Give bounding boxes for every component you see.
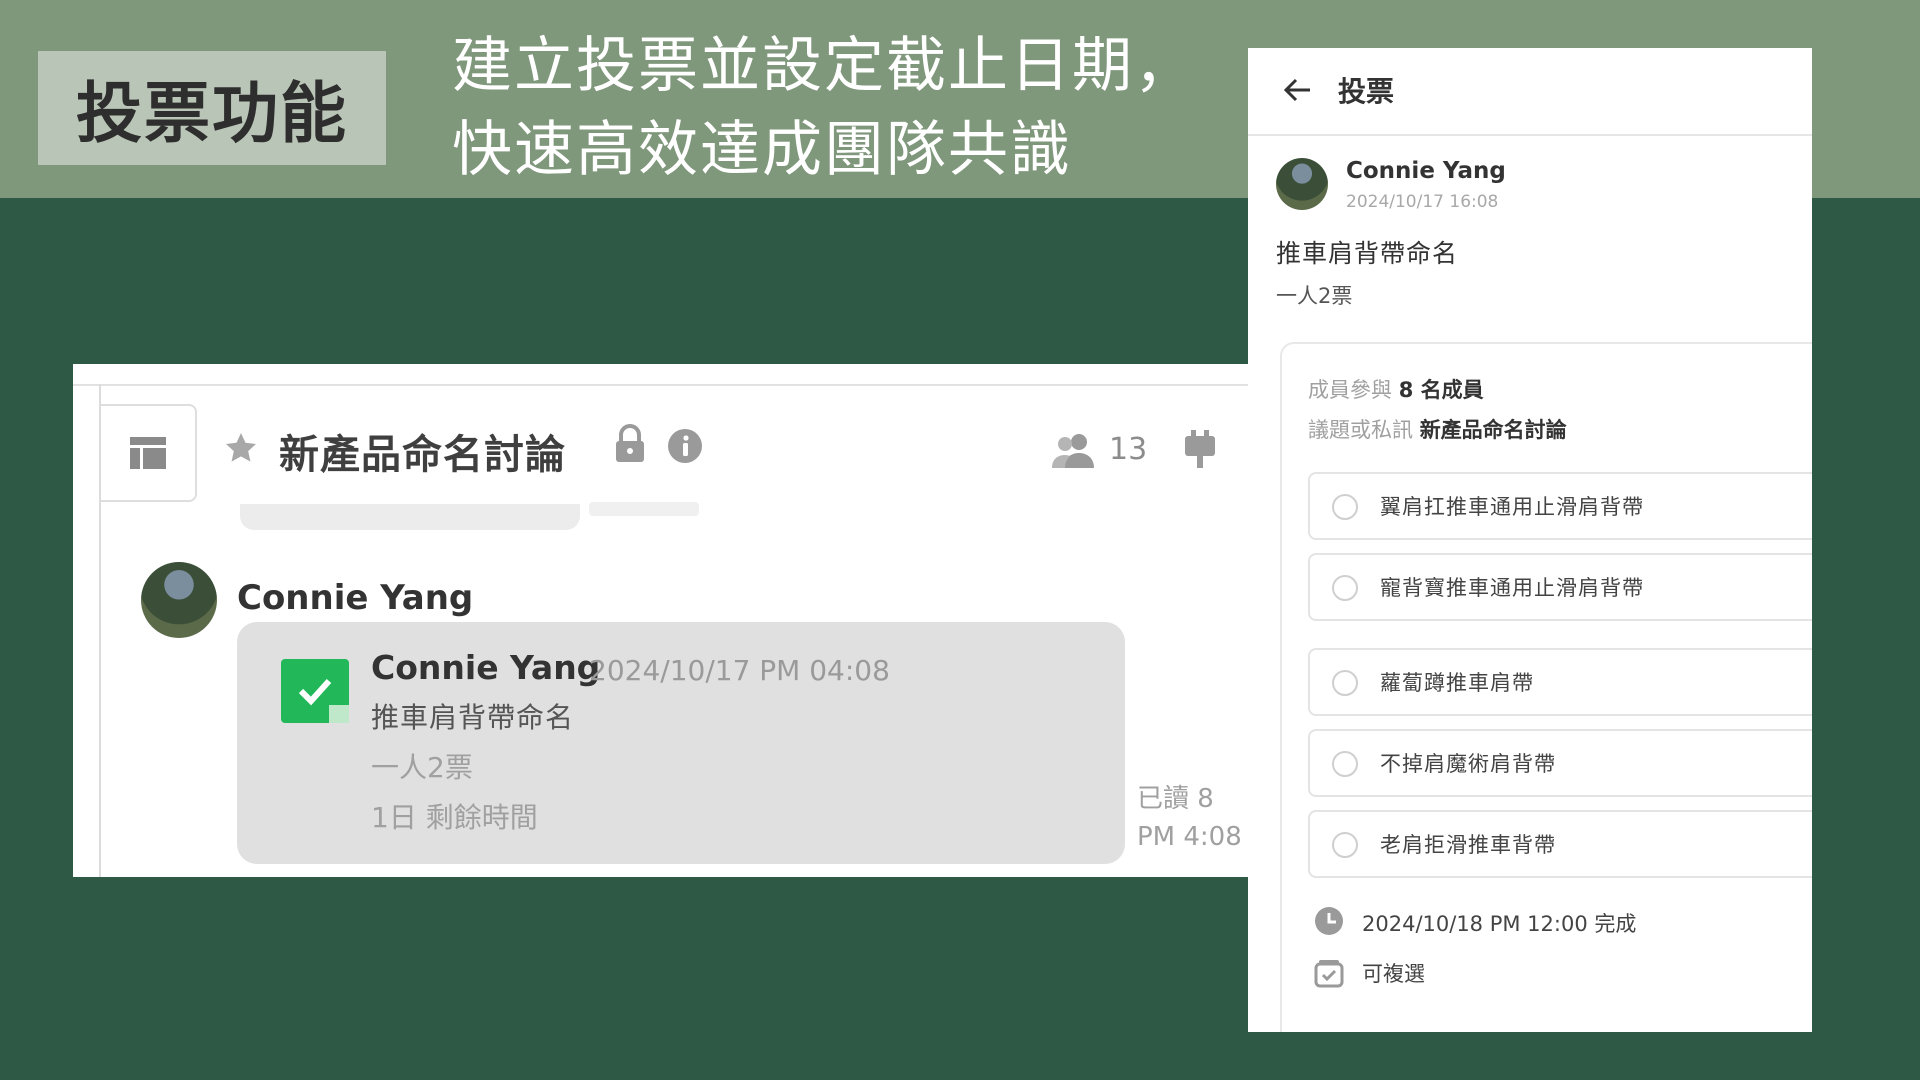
poll-deadline: 2024/10/18 PM 12:00 完成 (1362, 912, 1637, 936)
panel-layout-icon (130, 437, 166, 469)
avatar[interactable] (141, 562, 217, 638)
headline-line-2: 快速高效達成團隊共識 (452, 115, 1072, 185)
poll-author: Connie Yang (371, 648, 601, 687)
chat-title: 新產品命名討論 (279, 432, 566, 478)
chat-top-divider (73, 384, 1248, 386)
feature-badge: 投票功能 (38, 51, 386, 165)
sender-name: Connie Yang (237, 578, 474, 618)
poll-detail-panel: 投票 Connie Yang 2024/10/17 16:08 推車肩背帶命名 … (1248, 48, 1812, 1032)
option-label: 老肩拒滑推車背帶 (1380, 833, 1556, 857)
poll-title: 推車肩背帶命名 (1276, 239, 1459, 268)
poll-option[interactable]: 寵背寶推車通用止滑肩背帶 (1308, 553, 1812, 621)
option-label: 蘿蔔蹲推車肩帶 (1380, 671, 1534, 695)
star-icon[interactable] (223, 430, 259, 466)
read-receipt: 已讀 8 (1137, 784, 1214, 814)
previous-message-bubble (240, 504, 580, 530)
source-row: 議題或私訊 新產品命名討論 (1308, 414, 1567, 444)
poll-option[interactable]: 不掉肩魔術肩背帶 (1308, 729, 1812, 797)
message-time: PM 4:08 (1137, 822, 1242, 852)
radio-button[interactable] (1332, 575, 1358, 601)
info-icon[interactable] (667, 428, 703, 464)
clock-icon (1315, 907, 1343, 935)
poll-option[interactable]: 蘿蔔蹲推車肩帶 (1308, 648, 1812, 716)
pin-icon[interactable] (1183, 430, 1217, 470)
radio-button[interactable] (1332, 494, 1358, 520)
poll-option[interactable]: 翼肩扛推車通用止滑肩背帶 (1308, 472, 1812, 540)
members-icon[interactable] (1051, 432, 1097, 470)
poll-author: Connie Yang (1346, 158, 1506, 184)
multi-select-label: 可複選 (1362, 962, 1425, 986)
poll-option[interactable]: 老肩拒滑推車背帶 (1308, 810, 1812, 878)
poll-vote-rule: 一人2票 (371, 751, 473, 784)
poll-timestamp: 2024/10/17 PM 04:08 (589, 654, 890, 687)
option-label: 不掉肩魔術肩背帶 (1380, 752, 1556, 776)
option-label: 翼肩扛推車通用止滑肩背帶 (1380, 495, 1644, 519)
participants-row: 成員參與 8 名成員 (1308, 374, 1484, 404)
source-value: 新產品命名討論 (1419, 418, 1567, 442)
headline: 建立投票並設定截止日期， 快速高效達成團隊共識 (452, 24, 1196, 192)
chat-window: 新產品命名討論 13 Connie Yang Connie Yang 2024/… (73, 364, 1248, 877)
poll-timestamp: 2024/10/17 16:08 (1346, 192, 1499, 212)
panel-divider (1248, 134, 1812, 136)
participants-value: 8 名成員 (1398, 378, 1484, 402)
multi-select-icon (1314, 960, 1344, 988)
panel-title: 投票 (1338, 75, 1395, 108)
poll-remaining-time: 1日 剩餘時間 (371, 801, 538, 834)
lock-icon (616, 424, 644, 462)
participants-label: 成員參與 (1308, 378, 1392, 402)
poll-check-fold (329, 705, 349, 723)
option-label: 寵背寶推車通用止滑肩背帶 (1380, 576, 1644, 600)
radio-button[interactable] (1332, 832, 1358, 858)
poll-title: 推車肩背帶命名 (371, 701, 575, 734)
sidebar-toggle-button[interactable] (101, 404, 197, 502)
poll-vote-rule: 一人2票 (1276, 284, 1353, 308)
avatar[interactable] (1276, 158, 1328, 210)
headline-line-1: 建立投票並設定截止日期， (452, 31, 1196, 101)
radio-button[interactable] (1332, 751, 1358, 777)
previous-message-meta (589, 502, 699, 516)
member-count[interactable]: 13 (1109, 432, 1147, 467)
source-label: 議題或私訊 (1308, 418, 1413, 442)
back-arrow-icon[interactable] (1282, 74, 1314, 106)
radio-button[interactable] (1332, 670, 1358, 696)
